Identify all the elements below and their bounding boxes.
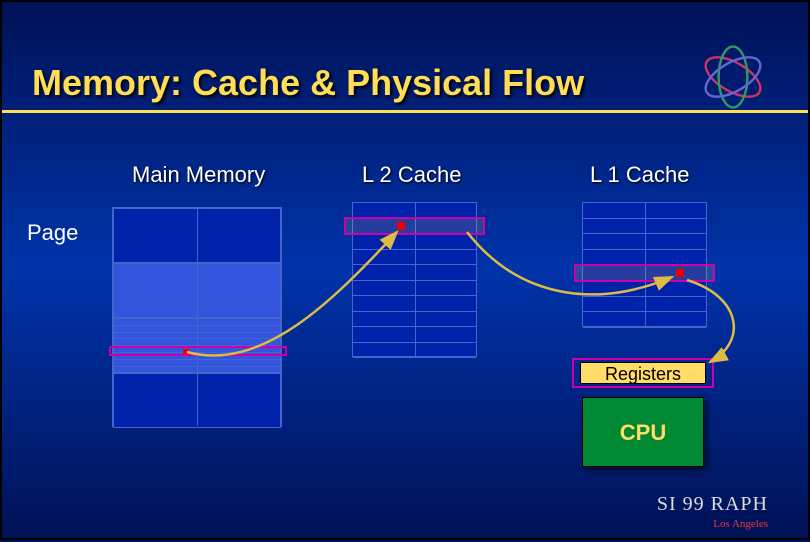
page-label: Page <box>27 220 78 246</box>
location-text: Los Angeles <box>713 518 768 530</box>
cpu-block: CPU <box>582 397 704 467</box>
l2-cache-label: L 2 Cache <box>362 162 461 188</box>
registers-block: Registers <box>580 362 706 384</box>
siggraph-text: SI 99 RAPH <box>657 493 768 516</box>
siggraph-logo-icon <box>693 37 773 117</box>
title-underline <box>2 110 808 113</box>
slide-title: Memory: Cache & Physical Flow <box>32 62 584 104</box>
l1-data-dot <box>676 269 684 277</box>
l1-highlighted-line <box>574 264 715 282</box>
mem-data-dot <box>183 349 189 355</box>
mem-highlighted-line <box>109 346 287 356</box>
main-memory-label: Main Memory <box>132 162 265 188</box>
l2-data-dot <box>397 222 405 230</box>
l2-highlighted-line <box>344 217 485 235</box>
mem-vsplit <box>197 208 198 426</box>
main-memory-block <box>112 207 282 427</box>
l1-cache-label: L 1 Cache <box>590 162 689 188</box>
